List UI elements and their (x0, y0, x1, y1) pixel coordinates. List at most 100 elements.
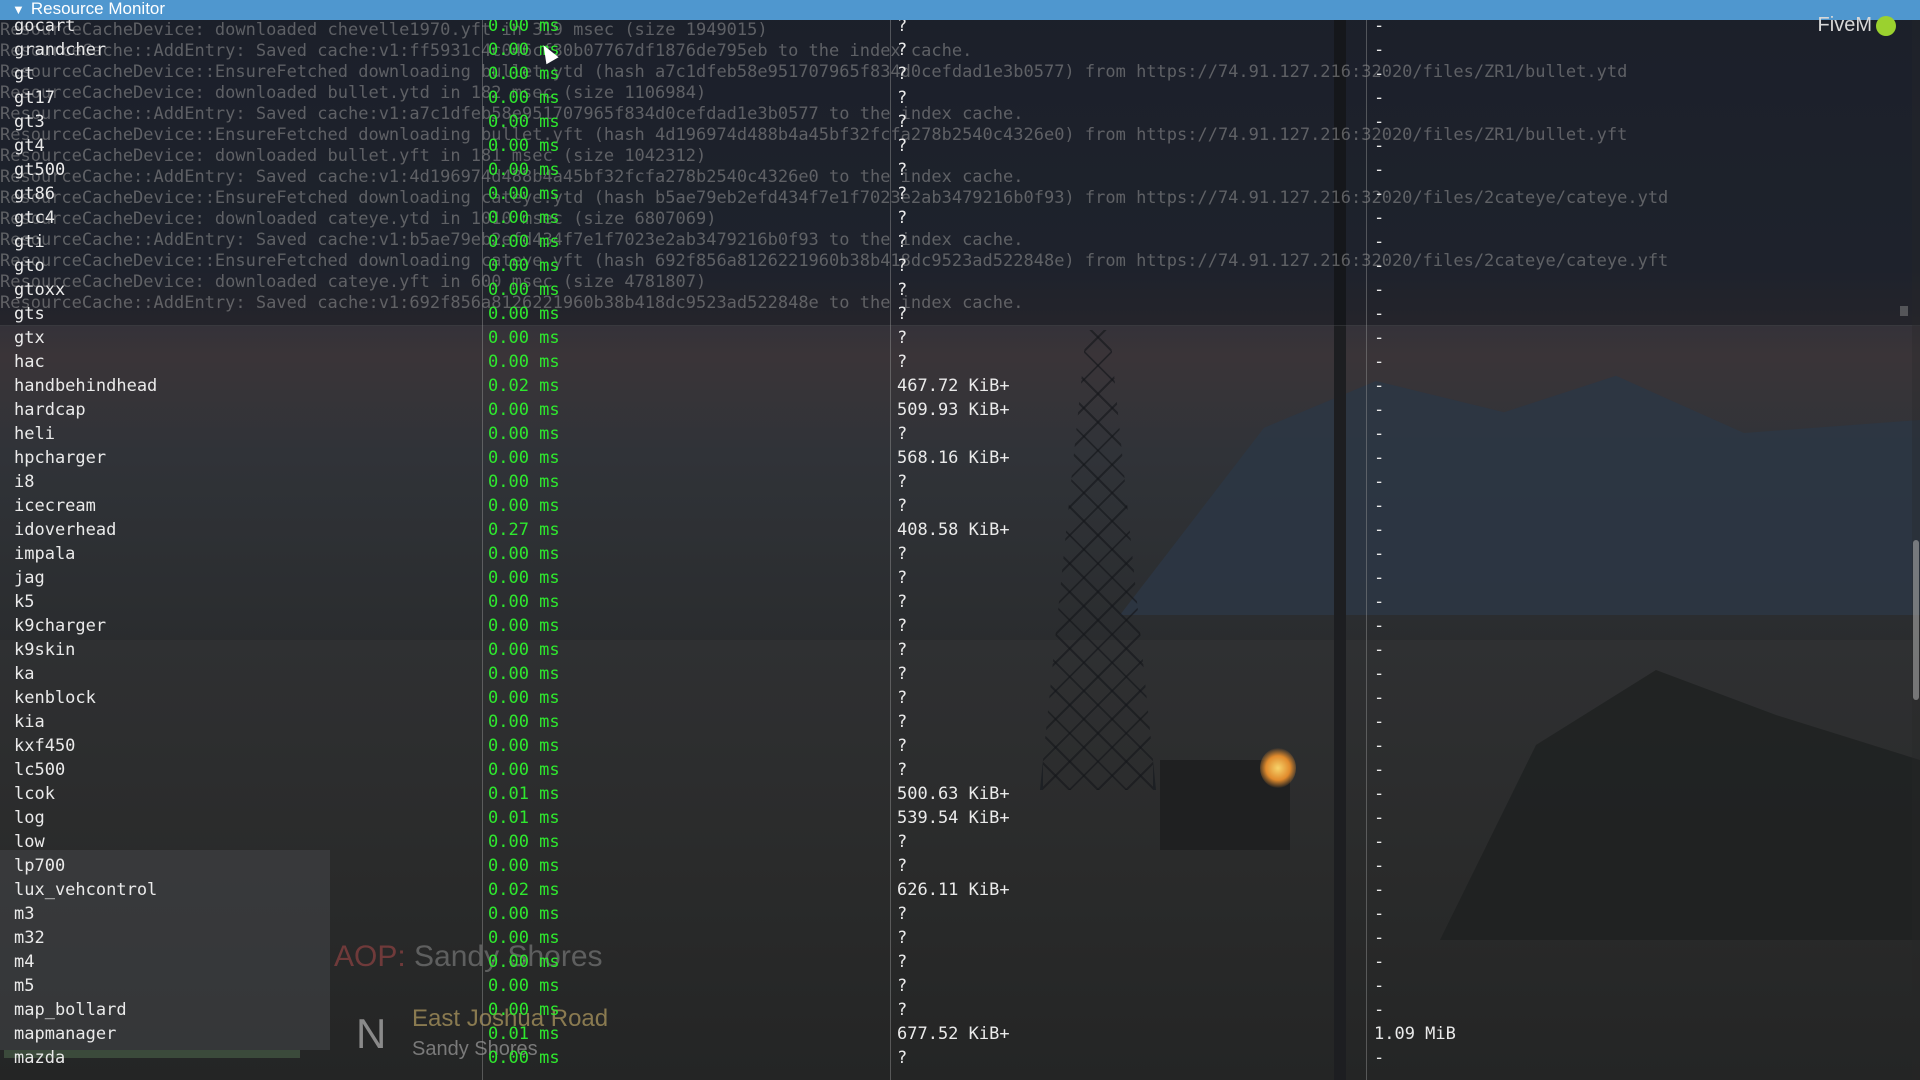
resource-name: mazda (14, 1048, 66, 1068)
table-row[interactable]: lp700 0.00 ms? - (0, 854, 1900, 878)
resource-streaming: - (1374, 112, 1385, 132)
table-row[interactable]: gts 0.00 ms? - (0, 302, 1900, 326)
table-row[interactable]: k5 0.00 ms? - (0, 590, 1900, 614)
table-row[interactable]: gt86 0.00 ms? - (0, 182, 1900, 206)
resource-memory: 568.16 KiB+ (897, 448, 1010, 468)
resource-memory: ? (897, 184, 908, 204)
resource-streaming: - (1374, 592, 1385, 612)
resource-streaming: - (1374, 400, 1385, 420)
resource-memory: ? (897, 304, 908, 324)
resource-name: gts (14, 304, 45, 324)
resource-streaming: - (1374, 832, 1385, 852)
scrollbar-thumb[interactable] (1913, 540, 1919, 700)
resource-streaming: - (1374, 1000, 1385, 1020)
resource-memory: 626.11 KiB+ (897, 880, 1010, 900)
table-row[interactable]: gt 0.00 ms? - (0, 62, 1900, 86)
resource-name: k5 (14, 592, 35, 612)
resource-memory: 539.54 KiB+ (897, 808, 1010, 828)
resource-memory: ? (897, 616, 908, 636)
table-row[interactable]: hac 0.00 ms? - (0, 350, 1900, 374)
resource-memory: ? (897, 592, 908, 612)
table-row[interactable]: mazda 0.00 ms? - (0, 1046, 1900, 1070)
resource-cpu-time: 0.00 ms (488, 976, 560, 996)
table-row[interactable]: gto 0.00 ms? - (0, 254, 1900, 278)
table-row[interactable]: m4 0.00 ms? - (0, 950, 1900, 974)
resource-cpu-time: 0.00 ms (488, 280, 560, 300)
resource-name: i8 (14, 472, 35, 492)
table-row[interactable]: grandcher 0.00 ms? - (0, 38, 1900, 62)
resource-memory: ? (897, 664, 908, 684)
resource-name: kenblock (14, 688, 96, 708)
table-row[interactable]: kxf450 0.00 ms? - (0, 734, 1900, 758)
table-row[interactable]: handbehindhead 0.02 ms 467.72 KiB+ - (0, 374, 1900, 398)
resource-name: grandcher (14, 40, 107, 60)
resource-cpu-time: 0.00 ms (488, 904, 560, 924)
table-row[interactable]: k9skin 0.00 ms? - (0, 638, 1900, 662)
resource-name: kia (14, 712, 45, 732)
table-row[interactable]: gtc4 0.00 ms? - (0, 206, 1900, 230)
resource-streaming: - (1374, 616, 1385, 636)
resource-memory: ? (897, 952, 908, 972)
resource-streaming: - (1374, 736, 1385, 756)
resource-name: lux_vehcontrol (14, 880, 158, 900)
table-scrollbar[interactable] (1912, 20, 1920, 1080)
table-row[interactable]: heli 0.00 ms? - (0, 422, 1900, 446)
table-row[interactable]: mapmanager 0.01 ms 677.52 KiB+ 1.09 MiB (0, 1022, 1900, 1046)
table-row[interactable]: gt4 0.00 ms? - (0, 134, 1900, 158)
table-row[interactable]: hardcap 0.00 ms 509.93 KiB+ - (0, 398, 1900, 422)
table-row[interactable]: idoverhead 0.27 ms 408.58 KiB+ - (0, 518, 1900, 542)
table-row[interactable]: kenblock 0.00 ms? - (0, 686, 1900, 710)
resource-memory: ? (897, 112, 908, 132)
table-row[interactable]: lc500 0.00 ms? - (0, 758, 1900, 782)
table-row[interactable]: low 0.00 ms? - (0, 830, 1900, 854)
console-scrollbar[interactable] (1900, 306, 1908, 316)
resource-cpu-time: 0.00 ms (488, 688, 560, 708)
resource-cpu-time: 0.00 ms (488, 328, 560, 348)
resource-name: mapmanager (14, 1024, 117, 1044)
table-row[interactable]: gti 0.00 ms? - (0, 230, 1900, 254)
table-row[interactable]: ka 0.00 ms? - (0, 662, 1900, 686)
brand-name: FiveM (1817, 14, 1872, 36)
table-row[interactable]: hpcharger 0.00 ms 568.16 KiB+ - (0, 446, 1900, 470)
table-row[interactable]: m3 0.00 ms? - (0, 902, 1900, 926)
table-row[interactable]: map_bollard 0.00 ms? - (0, 998, 1900, 1022)
table-row[interactable]: m32 0.00 ms? - (0, 926, 1900, 950)
resource-memory: ? (897, 136, 908, 156)
resource-streaming: - (1374, 568, 1385, 588)
table-row[interactable]: impala 0.00 ms? - (0, 542, 1900, 566)
table-row[interactable]: gt500 0.00 ms? - (0, 158, 1900, 182)
table-row[interactable]: log 0.01 ms 539.54 KiB+ - (0, 806, 1900, 830)
resource-name: heli (14, 424, 55, 444)
table-row[interactable]: kia 0.00 ms? - (0, 710, 1900, 734)
resource-memory: ? (897, 688, 908, 708)
resource-memory: ? (897, 976, 908, 996)
resource-streaming: - (1374, 640, 1385, 660)
resource-memory: ? (897, 640, 908, 660)
resource-name: hpcharger (14, 448, 107, 468)
table-row[interactable]: k9charger 0.00 ms? - (0, 614, 1900, 638)
resource-streaming: - (1374, 904, 1385, 924)
resource-memory: 500.63 KiB+ (897, 784, 1010, 804)
resource-name: lc500 (14, 760, 66, 780)
table-row[interactable]: lcok 0.01 ms 500.63 KiB+ - (0, 782, 1900, 806)
resource-cpu-time: 0.00 ms (488, 448, 560, 468)
table-row[interactable]: m5 0.00 ms? - (0, 974, 1900, 998)
collapse-arrow-icon[interactable]: ▼ (12, 1, 25, 19)
resource-cpu-time: 0.00 ms (488, 640, 560, 660)
table-row[interactable]: gt17 0.00 ms? - (0, 86, 1900, 110)
table-row[interactable]: gtx 0.00 ms? - (0, 326, 1900, 350)
resource-name: icecream (14, 496, 96, 516)
resource-cpu-time: 0.00 ms (488, 112, 560, 132)
resource-monitor-titlebar[interactable]: ▼ Resource Monitor (0, 0, 1920, 20)
resource-streaming: - (1374, 664, 1385, 684)
resource-cpu-time: 0.00 ms (488, 736, 560, 756)
resource-streaming: - (1374, 544, 1385, 564)
table-row[interactable]: i8 0.00 ms? - (0, 470, 1900, 494)
resource-streaming: - (1374, 136, 1385, 156)
table-row[interactable]: gt3 0.00 ms? - (0, 110, 1900, 134)
table-row[interactable]: jag 0.00 ms? - (0, 566, 1900, 590)
table-row[interactable]: gtoxx 0.00 ms? - (0, 278, 1900, 302)
table-row[interactable]: lux_vehcontrol 0.02 ms 626.11 KiB+ - (0, 878, 1900, 902)
table-row[interactable]: icecream 0.00 ms? - (0, 494, 1900, 518)
resource-memory: ? (897, 208, 908, 228)
